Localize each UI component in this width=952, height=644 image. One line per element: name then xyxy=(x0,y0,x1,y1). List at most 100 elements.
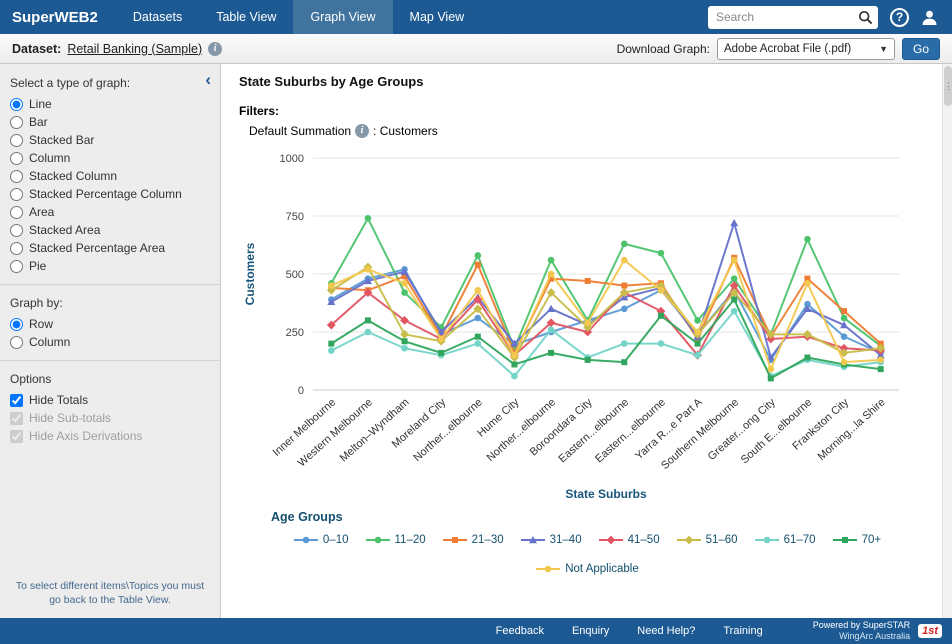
search-box xyxy=(708,6,878,29)
svg-text:Inner Melbourne: Inner Melbourne xyxy=(271,396,339,459)
user-icon[interactable] xyxy=(921,9,938,26)
search-icon[interactable] xyxy=(858,10,873,30)
graph-type-option-stacked-percentage-column[interactable]: Stacked Percentage Column xyxy=(10,187,210,201)
legend-label: 31–40 xyxy=(550,534,582,546)
legend-item-not-applicable[interactable]: Not Applicable xyxy=(536,563,639,575)
legend-label: 61–70 xyxy=(784,534,816,546)
download-graph-label: Download Graph: xyxy=(617,42,710,56)
legend-item-51-60[interactable]: 51–60 xyxy=(677,534,738,546)
graph-type-option-stacked-percentage-area[interactable]: Stacked Percentage Area xyxy=(10,241,210,255)
legend-marker-icon xyxy=(755,534,779,546)
graph-type-radio-stacked-area[interactable] xyxy=(10,224,23,237)
svg-text:500: 500 xyxy=(286,269,304,281)
search-input[interactable] xyxy=(708,6,878,29)
graph-type-option-stacked-column[interactable]: Stacked Column xyxy=(10,169,210,183)
checkbox-hide-totals[interactable] xyxy=(10,394,23,407)
legend-label: 11–20 xyxy=(395,534,426,546)
svg-text:Greater...ong City: Greater...ong City xyxy=(706,396,778,463)
tab-datasets[interactable]: Datasets xyxy=(116,0,199,34)
options-label: Options xyxy=(10,372,210,386)
graph-type-label: Stacked Area xyxy=(29,223,100,237)
scrollbar-thumb[interactable]: ⋮ xyxy=(944,66,952,106)
help-icon[interactable]: ? xyxy=(890,8,909,27)
footer-link-training[interactable]: Training xyxy=(723,625,762,637)
footer-link-feedback[interactable]: Feedback xyxy=(496,625,544,637)
svg-text:750: 750 xyxy=(286,211,304,223)
graph-by-option-row[interactable]: Row xyxy=(10,317,210,331)
footer: Feedback Enquiry Need Help? Training Powere… xyxy=(0,618,952,644)
vertical-scrollbar[interactable]: ⋮ xyxy=(942,64,952,618)
legend-item-31-40[interactable]: 31–40 xyxy=(521,534,582,546)
legend-label: 51–60 xyxy=(706,534,738,546)
filter-info-icon[interactable]: i xyxy=(355,124,369,138)
graph-by-radio-column[interactable] xyxy=(10,336,23,349)
legend-item-21-30[interactable]: 21–30 xyxy=(443,534,504,546)
legend-item-0-10[interactable]: 0–10 xyxy=(294,534,349,546)
graph-type-radio-bar[interactable] xyxy=(10,116,23,129)
tab-map-view[interactable]: Map View xyxy=(393,0,482,34)
graph-type-radio-area[interactable] xyxy=(10,206,23,219)
legend-label: 70+ xyxy=(862,534,882,546)
graph-type-label: Stacked Bar xyxy=(29,133,94,147)
legend-label: 21–30 xyxy=(472,534,504,546)
graph-type-radio-pie[interactable] xyxy=(10,260,23,273)
legend-item-70[interactable]: 70+ xyxy=(833,534,882,546)
option-label: Hide Totals xyxy=(29,393,88,407)
footer-link-need-help[interactable]: Need Help? xyxy=(637,625,695,637)
graph-type-option-area[interactable]: Area xyxy=(10,205,210,219)
options-list: Hide TotalsHide Sub-totalsHide Axis Deri… xyxy=(10,393,210,443)
tab-table-view[interactable]: Table View xyxy=(199,0,293,34)
graph-type-option-stacked-bar[interactable]: Stacked Bar xyxy=(10,133,210,147)
graph-type-radio-line[interactable] xyxy=(10,98,23,111)
powered-by: Powered by SuperSTAR WingArc Australia xyxy=(813,620,910,643)
go-button[interactable]: Go xyxy=(902,38,940,60)
graph-by-option-column[interactable]: Column xyxy=(10,335,210,349)
legend-label: 0–10 xyxy=(323,534,349,546)
nav-tabs: DatasetsTable ViewGraph ViewMap View xyxy=(116,0,481,34)
filter-name: Default Summation xyxy=(249,124,351,138)
graph-type-label: Pie xyxy=(29,259,46,273)
tab-graph-view[interactable]: Graph View xyxy=(293,0,392,34)
graph-view-panel: State Suburbs by Age Groups Filters: Def… xyxy=(221,64,952,618)
option-hide-totals[interactable]: Hide Totals xyxy=(10,393,210,407)
chevron-down-icon: ▼ xyxy=(879,44,888,54)
collapse-sidebar-icon[interactable]: ‹ xyxy=(205,71,211,88)
graph-type-label: Stacked Percentage Column xyxy=(29,187,182,201)
graph-type-option-stacked-area[interactable]: Stacked Area xyxy=(10,223,210,237)
filters-label: Filters: xyxy=(239,104,936,118)
legend-item-41-50[interactable]: 41–50 xyxy=(599,534,660,546)
sidebar-footnote: To select different items\Topics you mus… xyxy=(10,579,210,608)
legend-marker-icon xyxy=(536,563,560,575)
graph-by-list: Row Column xyxy=(10,317,210,349)
legend-marker-icon xyxy=(294,534,318,546)
graph-type-option-pie[interactable]: Pie xyxy=(10,259,210,273)
graph-type-label: Bar xyxy=(29,115,48,129)
download-format-select[interactable]: Adobe Acrobat File (.pdf) ▼ xyxy=(717,38,895,60)
svg-text:Norther...elbourne: Norther...elbourne xyxy=(485,396,558,464)
graph-type-radio-column[interactable] xyxy=(10,152,23,165)
graph-by-label: Graph by: xyxy=(10,296,210,310)
graph-type-option-column[interactable]: Column xyxy=(10,151,210,165)
legend-item-61-70[interactable]: 61–70 xyxy=(755,534,816,546)
chart-legend: 0–10 11–20 21–30 31–40 41–50 51–60 61–70 70+ Not… xyxy=(239,534,936,575)
top-navbar: SuperWEB2 DatasetsTable ViewGraph ViewMa… xyxy=(0,0,952,34)
graph-by-label: Row xyxy=(29,317,53,331)
graph-type-label: Area xyxy=(29,205,54,219)
legend-marker-icon xyxy=(366,534,390,546)
graph-type-radio-stacked-percentage-column[interactable] xyxy=(10,188,23,201)
graph-type-radio-stacked-percentage-area[interactable] xyxy=(10,242,23,255)
graph-type-option-line[interactable]: Line xyxy=(10,97,210,111)
graph-by-radio-row[interactable] xyxy=(10,318,23,331)
legend-marker-icon xyxy=(833,534,857,546)
dataset-link[interactable]: Retail Banking (Sample) xyxy=(67,42,202,56)
graph-by-label: Column xyxy=(29,335,70,349)
graph-type-option-bar[interactable]: Bar xyxy=(10,115,210,129)
graph-type-radio-stacked-bar[interactable] xyxy=(10,134,23,147)
graph-type-radio-stacked-column[interactable] xyxy=(10,170,23,183)
footer-link-enquiry[interactable]: Enquiry xyxy=(572,625,609,637)
legend-item-11-20[interactable]: 11–20 xyxy=(366,534,426,546)
dataset-info-icon[interactable]: i xyxy=(208,42,222,56)
dataset-label: Dataset: xyxy=(12,42,61,56)
svg-text:Yarra R...e Part A: Yarra R...e Part A xyxy=(633,396,705,462)
app-brand: SuperWEB2 xyxy=(0,9,116,26)
